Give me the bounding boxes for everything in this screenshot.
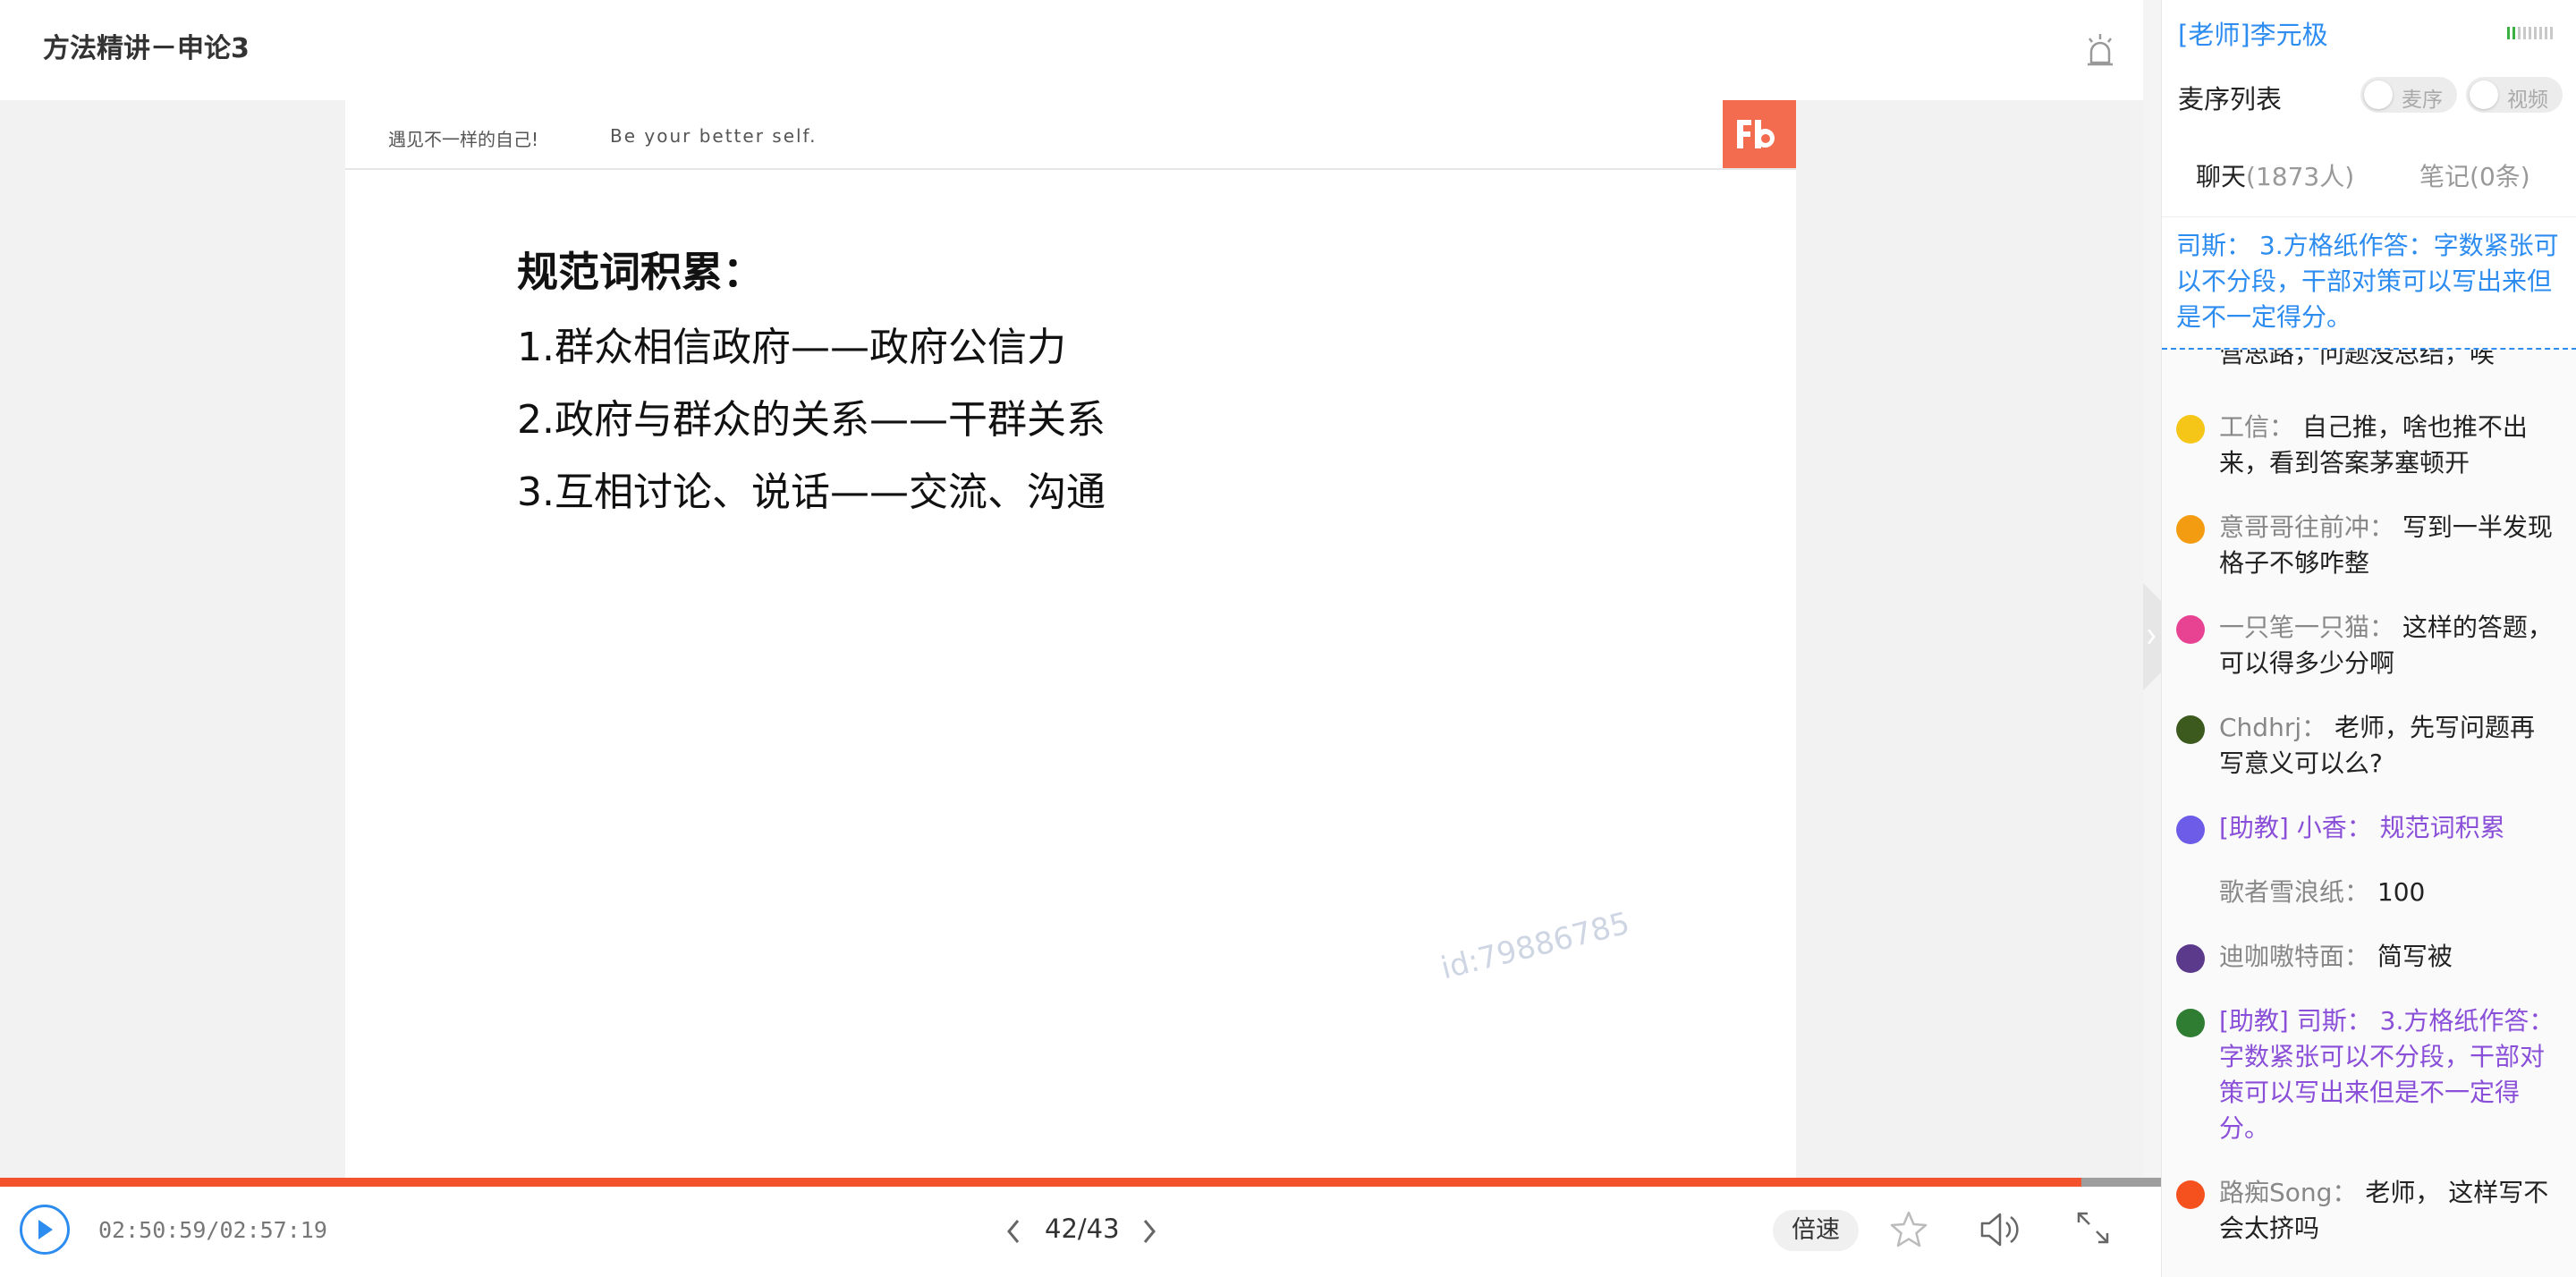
message-nick: Chdhrj：	[2219, 713, 2327, 742]
slogan-cn: 遇见不一样的自己!	[388, 129, 539, 150]
top-header: 方法精讲－申论3	[0, 0, 2143, 100]
message-nick: [助教] 小香：	[2219, 813, 2372, 842]
user-avatar	[2176, 615, 2205, 644]
user-avatar	[2176, 715, 2205, 744]
page-title: 方法精讲－申论3	[43, 33, 250, 64]
page-indicator: 42/43	[1045, 1214, 1120, 1244]
message-nick: 路痴Song：	[2219, 1178, 2358, 1207]
slide-stage: 遇见不一样的自己! Be your better self. 规范词积累： 1.…	[0, 100, 2143, 1178]
playback-progress-bar[interactable]	[0, 1178, 2161, 1187]
next-page-button[interactable]	[1136, 1214, 1163, 1249]
tab-chat-count: (1873人)	[2246, 162, 2355, 191]
tab-notes-label: 笔记	[2419, 162, 2470, 191]
fullscreen-icon	[2077, 1212, 2109, 1244]
slide: 遇见不一样的自己! Be your better self. 规范词积累： 1.…	[345, 100, 1796, 1178]
message-nick: 迪咖嗷特面：	[2219, 942, 2370, 971]
play-button[interactable]	[20, 1205, 70, 1255]
chevron-right-icon	[1143, 1220, 1156, 1243]
toggle-knob	[2470, 80, 2498, 109]
toggle-label: 视频	[2507, 89, 2548, 112]
user-avatar	[2176, 816, 2205, 844]
mic-queue-toggle[interactable]: 麦序	[2360, 77, 2457, 113]
brand-logo	[1723, 100, 1796, 168]
sidebar-collapse-handle[interactable]	[2143, 583, 2161, 690]
play-icon	[38, 1220, 53, 1239]
message-text: 简写被	[2377, 942, 2453, 971]
slide-line: 3.互相讨论、说话——交流、沟通	[517, 469, 1106, 515]
chevron-left-icon	[1007, 1220, 1020, 1243]
favorite-button[interactable]	[1887, 1208, 1930, 1251]
volume-button[interactable]	[1977, 1208, 2023, 1251]
tab-chat[interactable]: 聊天(1873人)	[2196, 157, 2354, 193]
message-text: 规范词积累	[2379, 813, 2505, 842]
playback-progress-fill	[0, 1178, 2081, 1187]
star-icon	[1890, 1211, 1928, 1247]
collapse-icon	[2143, 583, 2161, 690]
user-id-watermark: id:79886785	[1437, 905, 1633, 987]
toggle-knob	[2364, 80, 2393, 109]
chat-area[interactable]: 司斯： 3.方格纸作答：字数紧张可以不分段，干部对策可以写出来但是不一定得分。 …	[2162, 217, 2576, 1277]
slide-line: 2.政府与群众的关系——干群关系	[517, 397, 1106, 443]
sidebar-tabs: 聊天(1873人) 笔记(0条)	[2162, 136, 2576, 217]
video-toggle[interactable]: 视频	[2466, 77, 2563, 113]
mic-queue-title: 麦序列表	[2178, 84, 2283, 114]
toggle-label: 麦序	[2402, 89, 2443, 112]
tab-notes[interactable]: 笔记(0条)	[2419, 157, 2530, 193]
message-nick: 歌者雪浪纸：	[2219, 877, 2370, 907]
tab-notes-count: (0条)	[2470, 162, 2530, 191]
user-avatar	[2176, 515, 2205, 544]
speed-button[interactable]: 倍速	[1773, 1210, 1859, 1251]
volume-icon	[1980, 1213, 2019, 1247]
message-text: 100	[2377, 877, 2426, 907]
sidebar: [老师]李元极 麦序列表 麦序 视频 聊天(1873人) 笔记(0条) 司斯： …	[2161, 0, 2576, 1277]
user-avatar	[2176, 1180, 2205, 1209]
tab-chat-label: 聊天	[2196, 162, 2247, 191]
user-avatar	[2176, 944, 2205, 973]
teacher-name: [老师]李元极	[2178, 20, 2328, 50]
message-nick: 工信：	[2219, 412, 2295, 442]
prev-page-button[interactable]	[1000, 1214, 1027, 1249]
user-avatar	[2176, 415, 2205, 444]
slide-line: 1.群众相信政府——政府公信力	[517, 325, 1066, 370]
message-nick: 意哥哥往前冲：	[2219, 512, 2395, 542]
pinned-message: 司斯： 3.方格纸作答：字数紧张可以不分段，干部对策可以写出来但是不一定得分。	[2162, 217, 2576, 350]
fullscreen-button[interactable]	[2072, 1206, 2114, 1249]
playback-time: 02:50:59/02:57:19	[98, 1217, 327, 1243]
message-nick: [助教] 司斯：	[2219, 1006, 2372, 1036]
alert-icon[interactable]	[2080, 30, 2120, 70]
message-nick: 一只笔一只猫：	[2219, 613, 2395, 642]
slide-topbar: 遇见不一样的自己! Be your better self.	[345, 100, 1796, 170]
signal-icon	[2507, 25, 2561, 41]
slogan-en: Be your better self.	[610, 125, 818, 147]
slide-heading: 规范词积累：	[517, 248, 764, 296]
user-avatar	[2176, 1009, 2205, 1037]
player-controls: 02:50:59/02:57:19 42/43 倍速	[0, 1187, 2161, 1277]
